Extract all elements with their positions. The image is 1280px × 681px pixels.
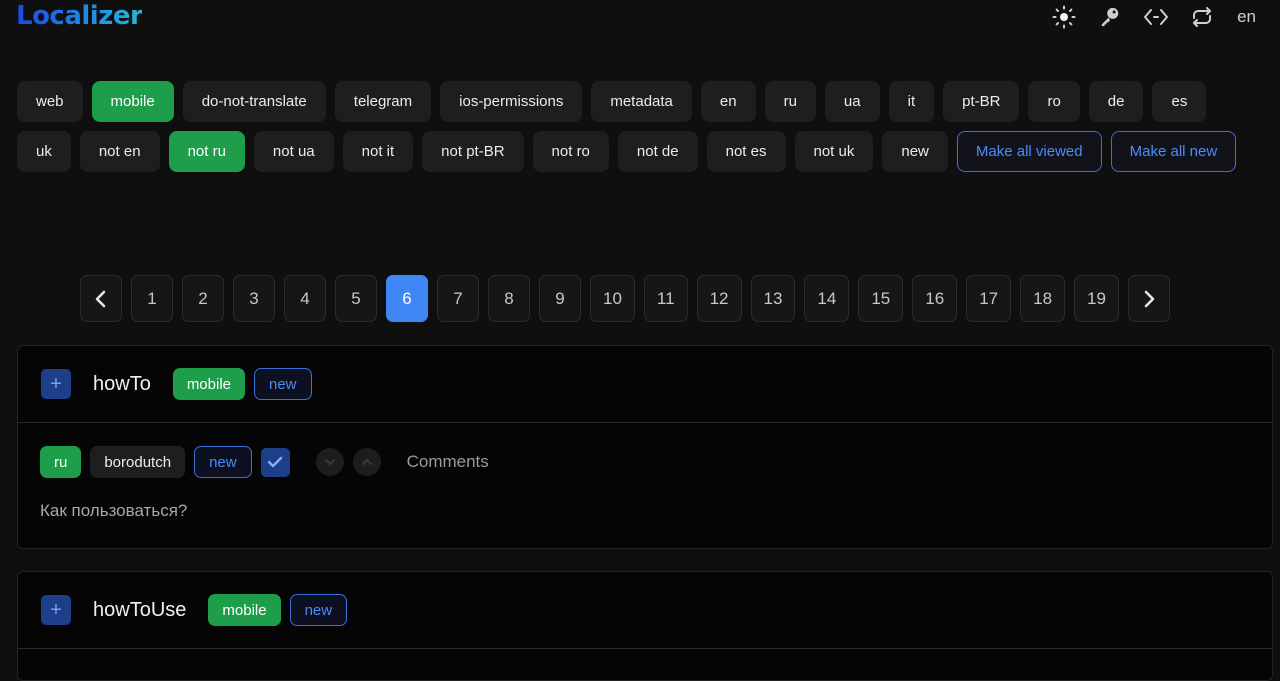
page-button-5[interactable]: 5 [335, 275, 377, 322]
filter-chip-ios-permissions[interactable]: ios-permissions [440, 81, 583, 122]
code-icon[interactable] [1143, 4, 1169, 30]
make-all-viewed-button[interactable]: Make all viewed [956, 131, 1102, 172]
filter-chip-ro[interactable]: ro [1028, 81, 1080, 122]
page-button-6[interactable]: 6 [386, 275, 428, 322]
filter-chip-not-es[interactable]: not es [706, 131, 786, 172]
check-icon [267, 456, 283, 468]
key-icon[interactable] [1097, 4, 1123, 30]
key-tag: mobile [208, 594, 281, 626]
page-button-17[interactable]: 17 [966, 275, 1012, 322]
filter-chip-mobile[interactable]: mobile [91, 81, 174, 122]
filter-chip-ru[interactable]: ru [764, 81, 816, 122]
key-status-badge: new [254, 368, 312, 400]
plus-icon: + [50, 598, 62, 621]
translation-text: Как пользоваться? [40, 501, 188, 520]
key-status-badge: new [289, 594, 348, 626]
chevron-up-icon [361, 458, 372, 465]
page-button-7[interactable]: 7 [437, 275, 479, 322]
key-card-header: + howTo mobile new [18, 346, 1272, 423]
key-tag: mobile [172, 368, 245, 400]
translation-lang-badge: ru [40, 446, 82, 478]
plus-icon: + [50, 372, 62, 395]
approve-button[interactable] [260, 447, 290, 477]
page-button-16[interactable]: 16 [912, 275, 958, 322]
pagination: 1 2 3 4 5 6 7 8 9 10 11 12 13 14 15 16 17 18 19 [80, 275, 1170, 322]
page-button-8[interactable]: 8 [488, 275, 530, 322]
filter-chip-do-not-translate[interactable]: do-not-translate [182, 81, 326, 122]
key-name: howToUse [93, 598, 187, 621]
page-button-19[interactable]: 19 [1074, 275, 1119, 322]
chevron-down-icon [324, 459, 335, 466]
page-button-11[interactable]: 11 [643, 275, 688, 322]
filter-chip-uk[interactable]: uk [17, 131, 71, 172]
filter-chip-new[interactable]: new [882, 131, 948, 172]
expand-button[interactable]: + [41, 595, 71, 625]
filter-chip-not-pt-br[interactable]: not pt-BR [422, 131, 524, 172]
next-page-button[interactable] [1127, 275, 1170, 322]
page-button-10[interactable]: 10 [590, 275, 635, 322]
page-button-1[interactable]: 1 [131, 275, 173, 322]
make-all-new-button[interactable]: Make all new [1110, 131, 1237, 172]
downvote-button[interactable] [315, 448, 344, 476]
page-button-13[interactable]: 13 [750, 275, 796, 322]
filter-chip-not-uk[interactable]: not uk [794, 131, 874, 172]
page-button-2[interactable]: 2 [182, 275, 224, 322]
key-name: howTo [93, 372, 151, 395]
translation-status-badge: new [194, 446, 252, 478]
chevron-left-icon [95, 290, 106, 307]
language-switcher[interactable]: en [1237, 7, 1256, 27]
page-button-12[interactable]: 12 [696, 275, 742, 322]
page-button-9[interactable]: 9 [539, 275, 581, 322]
filter-chip-web[interactable]: web [17, 81, 83, 122]
key-card-howto: + howTo mobile new ru borodutch new Comm… [17, 345, 1273, 549]
expand-button[interactable]: + [41, 369, 71, 399]
page-button-18[interactable]: 18 [1020, 275, 1066, 322]
comments-link[interactable]: Comments [407, 452, 489, 472]
filter-chip-not-ua[interactable]: not ua [253, 131, 334, 172]
page-button-14[interactable]: 14 [804, 275, 850, 322]
key-card-header: + howToUse mobile new [18, 572, 1272, 649]
page-button-15[interactable]: 15 [858, 275, 904, 322]
filter-chip-pt-br[interactable]: pt-BR [943, 81, 1020, 122]
filter-chip-es[interactable]: es [1152, 81, 1207, 122]
filter-chip-not-ro[interactable]: not ro [532, 131, 609, 172]
theme-icon[interactable] [1051, 4, 1077, 30]
translation-author: borodutch [90, 446, 186, 478]
page-button-3[interactable]: 3 [233, 275, 275, 322]
app-logo[interactable]: Localizer [16, 1, 143, 31]
chevron-right-icon [1144, 290, 1155, 307]
filter-chip-en[interactable]: en [700, 81, 756, 122]
filter-chip-it[interactable]: it [888, 81, 935, 122]
header-actions: en [1031, 4, 1256, 30]
filter-chip-telegram[interactable]: telegram [334, 81, 432, 122]
prev-page-button[interactable] [80, 275, 122, 322]
filter-chip-not-ru[interactable]: not ru [168, 131, 245, 172]
app-header: Localizer en [0, 0, 1280, 36]
filter-chip-de[interactable]: de [1088, 81, 1144, 122]
filter-chip-ua[interactable]: ua [824, 81, 880, 122]
filter-tags: web mobile do-not-translate telegram ios-per… [17, 81, 1267, 172]
sync-icon[interactable] [1189, 4, 1215, 30]
filter-chip-not-it[interactable]: not it [342, 131, 414, 172]
filter-chip-not-en[interactable]: not en [79, 131, 160, 172]
translation-row: ru borodutch new Comments [18, 423, 1272, 501]
filter-chip-not-de[interactable]: not de [617, 131, 698, 172]
upvote-button[interactable] [352, 448, 381, 476]
page-button-4[interactable]: 4 [284, 275, 326, 322]
filter-chip-metadata[interactable]: metadata [591, 81, 692, 122]
